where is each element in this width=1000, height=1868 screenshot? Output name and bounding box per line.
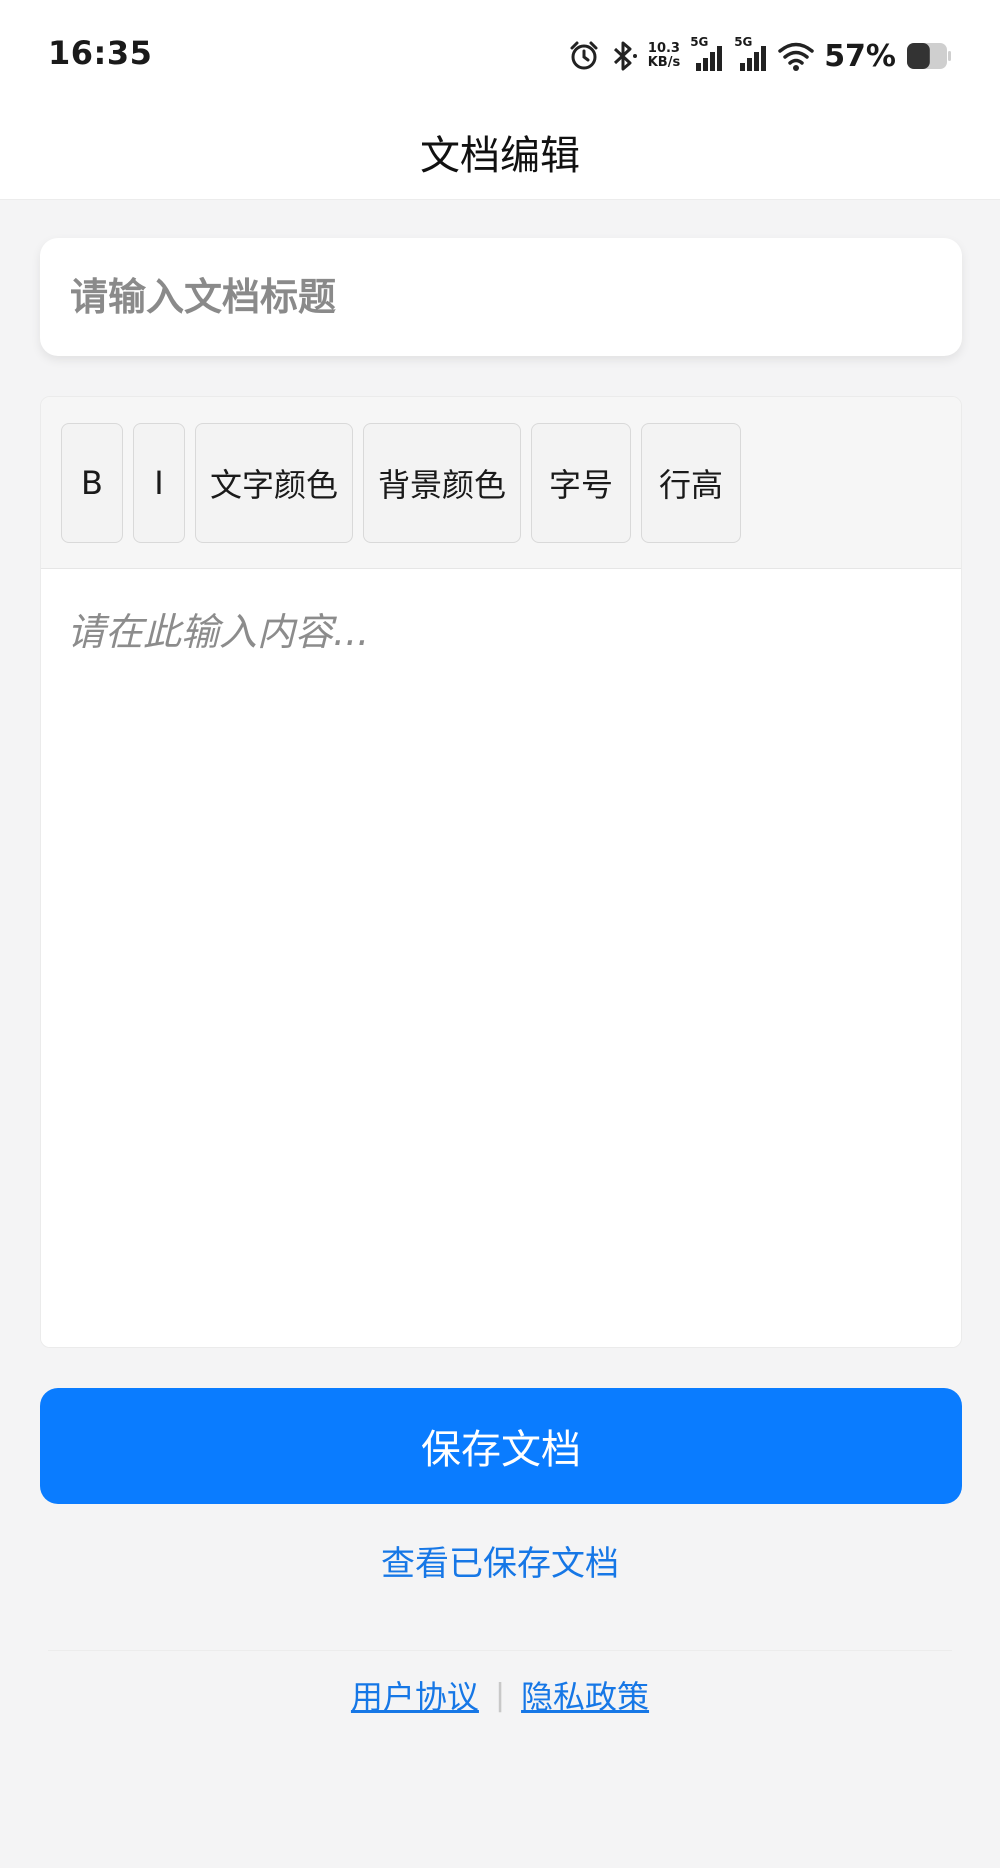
net-speed: 10.3 KB/s (647, 41, 681, 70)
page-title: 文档编辑 (420, 132, 580, 179)
app-header: 文档编辑 (0, 104, 1000, 200)
signal-icon: 5G (734, 35, 768, 73)
title-input[interactable] (40, 238, 962, 356)
format-toolbar: B I 文字颜色 背景颜色 字号 行高 (41, 397, 961, 569)
user-agreement-link[interactable]: 用户协议 (351, 1672, 479, 1718)
footer-separator: | (494, 1677, 506, 1713)
wifi-icon (778, 40, 814, 72)
background-color-button[interactable]: 背景颜色 (363, 422, 521, 543)
battery-percent: 57% (824, 38, 896, 74)
status-icons: 10.3 KB/s 5G 5G 57% (568, 35, 952, 76)
signal-icon: 5G (690, 35, 724, 73)
content-input[interactable] (41, 569, 961, 1347)
line-height-button[interactable]: 行高 (641, 422, 741, 543)
view-saved-link[interactable]: 查看已保存文档 (0, 1536, 1000, 1585)
rich-text-editor: B I 文字颜色 背景颜色 字号 行高 (40, 396, 962, 1348)
status-bar: 16:35 10.3 KB/s 5G 5G 57% (0, 0, 1000, 104)
italic-button[interactable]: I (133, 422, 185, 543)
alarm-icon (568, 40, 600, 72)
status-time: 16:35 (48, 34, 153, 72)
privacy-policy-link[interactable]: 隐私政策 (521, 1672, 649, 1718)
title-card (40, 238, 962, 356)
footer-links: 用户协议 | 隐私政策 (0, 1672, 1000, 1718)
bold-button[interactable]: B (61, 422, 123, 543)
bluetooth-icon (610, 39, 638, 73)
divider (48, 1650, 952, 1651)
text-color-button[interactable]: 文字颜色 (195, 422, 353, 543)
save-button[interactable]: 保存文档 (40, 1388, 962, 1504)
battery-icon (906, 41, 952, 71)
font-size-button[interactable]: 字号 (531, 422, 631, 543)
